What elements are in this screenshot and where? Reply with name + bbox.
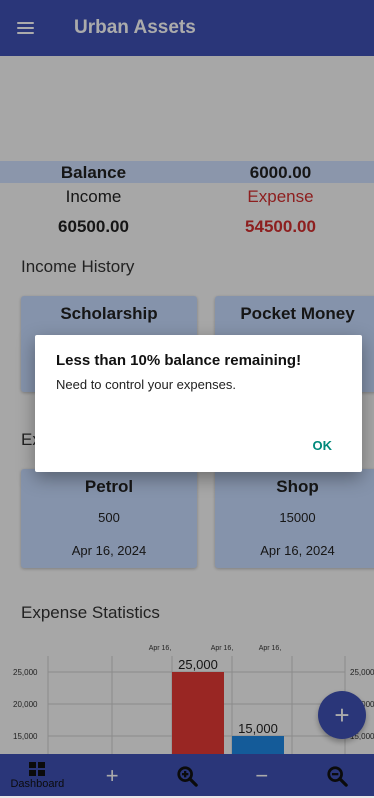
app-root: Urban Assets Balance 6000.00 Income Expe… [0,0,374,798]
dialog-ok-button[interactable]: OK [313,438,333,453]
dialog-message: Need to control your expenses. [56,377,236,392]
dialog-title: Less than 10% balance remaining! [56,352,302,369]
low-balance-dialog: Less than 10% balance remaining! Need to… [35,335,362,472]
